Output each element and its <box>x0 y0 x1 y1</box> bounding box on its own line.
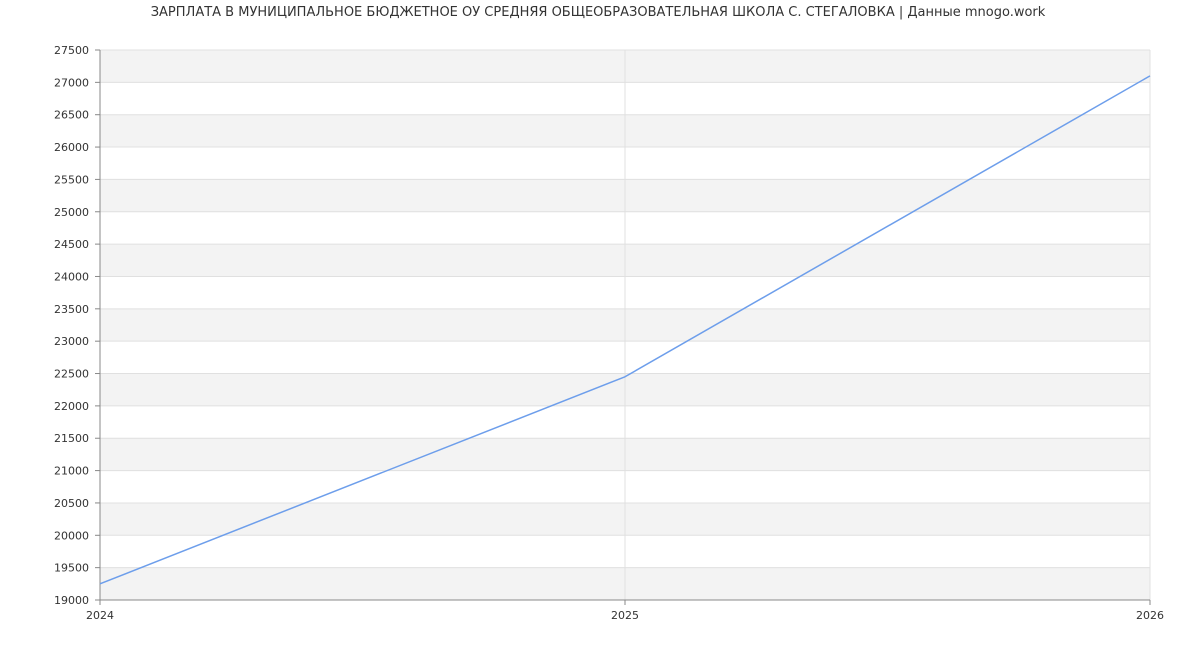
chart-title: ЗАРПЛАТА В МУНИЦИПАЛЬНОЕ БЮДЖЕТНОЕ ОУ СР… <box>151 5 1046 20</box>
x-axis-ticks: 2024 2025 2026 <box>86 600 1164 622</box>
salary-line-chart: ЗАРПЛАТА В МУНИЦИПАЛЬНОЕ БЮДЖЕТНОЕ ОУ СР… <box>54 5 1164 622</box>
x-tick-label: 2026 <box>1136 609 1164 622</box>
y-tick-label: 21000 <box>54 465 89 478</box>
y-tick-label: 21500 <box>54 432 89 445</box>
y-tick-label: 26000 <box>54 141 89 154</box>
y-tick-label: 23000 <box>54 335 89 348</box>
y-tick-label: 25500 <box>54 173 89 186</box>
y-tick-label: 23500 <box>54 303 89 316</box>
y-tick-label: 19000 <box>54 594 89 607</box>
y-tick-label: 24500 <box>54 238 89 251</box>
y-tick-label: 22000 <box>54 400 89 413</box>
y-tick-label: 27500 <box>54 44 89 57</box>
y-tick-label: 20500 <box>54 497 89 510</box>
y-tick-label: 22500 <box>54 368 89 381</box>
y-tick-label: 25000 <box>54 206 89 219</box>
x-tick-label: 2025 <box>611 609 639 622</box>
y-axis-ticks: 19000 19500 20000 20500 21000 21500 22000 22500… <box>54 44 100 607</box>
y-tick-label: 27000 <box>54 76 89 89</box>
x-tick-label: 2024 <box>86 609 114 622</box>
y-tick-label: 26500 <box>54 109 89 122</box>
y-tick-label: 20000 <box>54 529 89 542</box>
y-tick-label: 19500 <box>54 562 89 575</box>
y-tick-label: 24000 <box>54 270 89 283</box>
